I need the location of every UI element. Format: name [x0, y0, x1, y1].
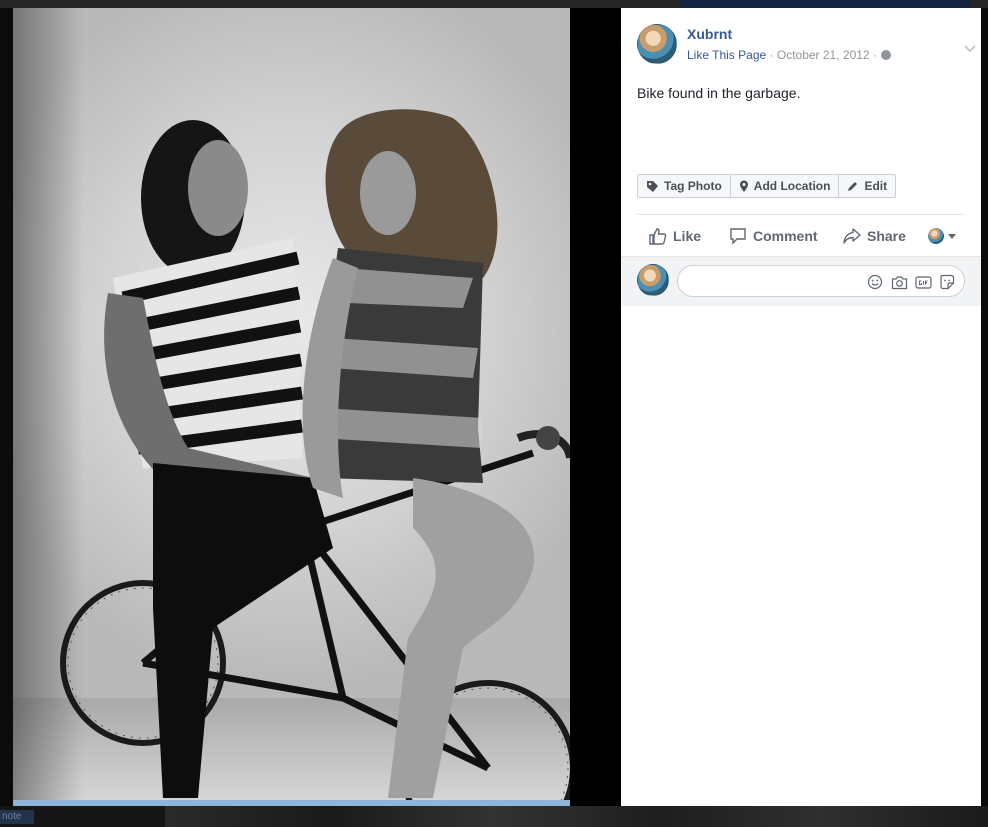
- gif-icon[interactable]: [914, 273, 932, 291]
- post-date-link[interactable]: October 21, 2012: [777, 48, 870, 62]
- tag-photo-button[interactable]: Tag Photo: [638, 175, 731, 197]
- photo-bottom-edge: [13, 800, 570, 806]
- photo-stage[interactable]: [13, 8, 621, 806]
- location-pin-icon: [739, 180, 748, 192]
- comment-label: Comment: [753, 228, 818, 244]
- comment-composer: [621, 256, 981, 306]
- meta-separator: ·: [769, 48, 774, 62]
- photo[interactable]: [13, 8, 570, 806]
- photo-figures: [60, 109, 570, 806]
- background-add-button: [680, 0, 970, 8]
- background-thumbnails: [165, 806, 988, 827]
- post-caption: Bike found in the garbage.: [637, 85, 801, 101]
- pencil-icon: [848, 182, 858, 191]
- post-meta: Like This Page · October 21, 2012 ·: [687, 48, 892, 62]
- post-actions: Like Comment Share: [637, 222, 965, 250]
- meta-separator-2: ·: [872, 48, 877, 62]
- comment-tools: [866, 273, 956, 291]
- sticker-icon[interactable]: [938, 273, 956, 291]
- background-page-top: [0, 0, 988, 8]
- globe-icon[interactable]: [881, 50, 892, 60]
- add-location-label: Add Location: [753, 179, 831, 193]
- like-button[interactable]: Like: [649, 222, 701, 250]
- author-avatar[interactable]: [637, 24, 677, 64]
- tag-icon: [647, 180, 658, 192]
- like-page-link[interactable]: Like This Page: [687, 48, 766, 62]
- post-panel: Xubrnt Like This Page · October 21, 2012…: [621, 8, 981, 806]
- chevron-down-icon[interactable]: [963, 42, 977, 56]
- background-page-bottom: note: [0, 806, 988, 827]
- share-button[interactable]: Share: [843, 222, 906, 250]
- like-label: Like: [673, 228, 702, 244]
- share-icon: [843, 228, 861, 244]
- share-label: Share: [867, 228, 906, 244]
- comment-button[interactable]: Comment: [729, 222, 818, 250]
- background-note-tag: note: [0, 810, 34, 824]
- add-location-button[interactable]: Add Location: [731, 175, 840, 197]
- edit-label: Edit: [864, 179, 888, 193]
- page-avatar: [928, 228, 944, 244]
- author-name-link[interactable]: Xubrnt: [687, 26, 732, 42]
- caret-down-icon: [948, 233, 956, 239]
- tag-photo-label: Tag Photo: [664, 179, 722, 193]
- comment-input[interactable]: [677, 265, 965, 297]
- thumbs-up-icon: [649, 228, 667, 245]
- commenter-avatar: [637, 264, 669, 296]
- post-header: Xubrnt Like This Page · October 21, 2012…: [637, 24, 976, 68]
- edit-button[interactable]: Edit: [839, 175, 895, 197]
- photo-tools: Tag Photo Add Location Edit: [637, 174, 897, 198]
- camera-icon[interactable]: [890, 273, 908, 291]
- post-as-selector[interactable]: [928, 222, 956, 250]
- comment-icon: [730, 228, 746, 245]
- emoji-icon[interactable]: [866, 273, 884, 291]
- divider: [637, 214, 965, 215]
